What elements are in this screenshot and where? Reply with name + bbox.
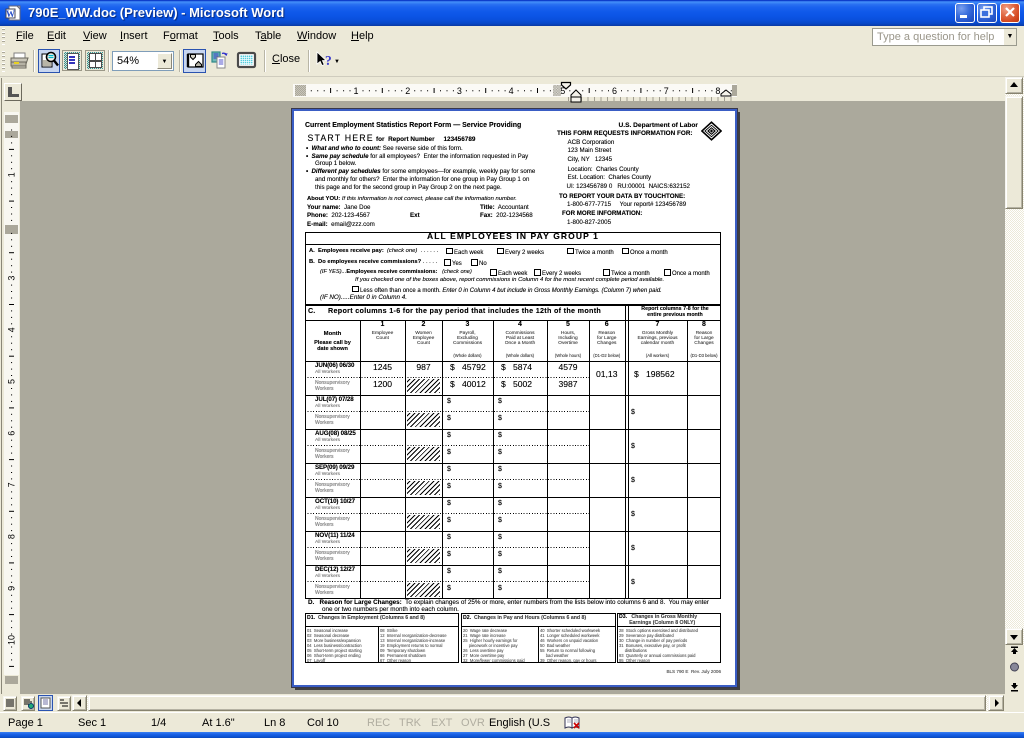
svg-text:3: 3 xyxy=(457,86,462,96)
svg-text:1: 1 xyxy=(7,172,17,177)
svg-text:6: 6 xyxy=(612,86,617,96)
svg-text:10: 10 xyxy=(7,635,17,645)
svg-text:2: 2 xyxy=(405,86,410,96)
svg-text:5: 5 xyxy=(7,379,17,384)
svg-text:7: 7 xyxy=(7,482,17,487)
svg-text:3: 3 xyxy=(7,276,17,281)
svg-text:W: W xyxy=(6,9,15,19)
svg-text:?: ? xyxy=(325,53,332,68)
svg-text:1: 1 xyxy=(353,86,358,96)
svg-text:8: 8 xyxy=(7,534,17,539)
svg-text:6: 6 xyxy=(7,431,17,436)
svg-text:9: 9 xyxy=(7,586,17,591)
svg-text:4: 4 xyxy=(509,86,514,96)
svg-text:7: 7 xyxy=(664,86,669,96)
svg-text:4: 4 xyxy=(7,327,17,332)
